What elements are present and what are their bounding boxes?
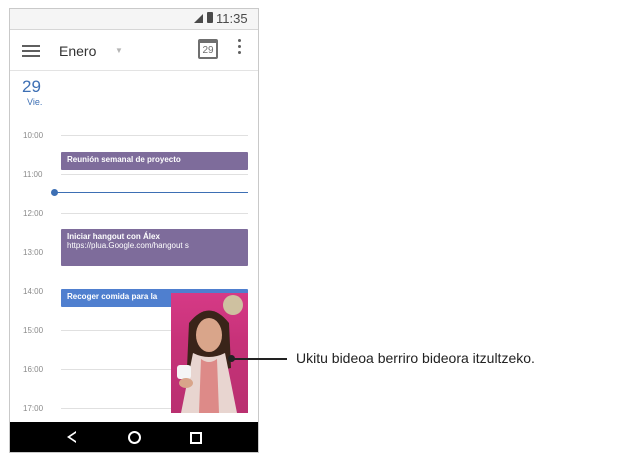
event-title: Reunión semanal de proyecto (67, 155, 181, 164)
battery-icon (207, 12, 213, 23)
hour-line (61, 174, 248, 175)
recent-apps-icon[interactable] (190, 432, 202, 444)
hour-label: 10:00 (23, 131, 44, 140)
hour-label: 12:00 (23, 209, 44, 218)
pointer-line (232, 358, 287, 360)
event-link: https://plua.Google.com/hangout s (67, 241, 189, 250)
more-options-icon[interactable] (238, 39, 242, 57)
event-title: Recoger comida para la (67, 292, 158, 301)
status-bar: 11:35 (10, 9, 258, 30)
hour-label: 17:00 (23, 404, 44, 413)
hour-label: 15:00 (23, 326, 44, 335)
month-title[interactable]: Enero (59, 43, 96, 59)
navigation-bar (10, 422, 258, 452)
event-card[interactable]: Reunión semanal de proyecto (61, 152, 248, 170)
home-icon[interactable] (128, 431, 141, 444)
back-icon-inner (70, 433, 76, 441)
current-time-line (54, 192, 248, 193)
menu-icon[interactable] (22, 45, 40, 57)
hour-line (61, 135, 248, 136)
hour-label: 16:00 (23, 365, 44, 374)
video-call-person-icon (177, 295, 243, 413)
signal-icon (194, 14, 203, 23)
current-time-dot (51, 189, 58, 196)
hour-label: 14:00 (23, 287, 44, 296)
event-card[interactable]: Iniciar hangout con Álex https://plua.Go… (61, 229, 248, 266)
app-bar: Enero ▼ 29 (10, 30, 258, 71)
hour-label: 13:00 (23, 248, 44, 257)
callout-text: Ukitu bideoa berriro bideora itzultzeko. (296, 350, 535, 366)
date-number[interactable]: 29 (22, 77, 41, 97)
month-dropdown-icon[interactable]: ▼ (115, 46, 123, 55)
event-title: Iniciar hangout con Álex (67, 232, 160, 241)
hour-line (61, 213, 248, 214)
status-time: 11:35 (216, 11, 248, 26)
date-weekday: Vie. (27, 97, 43, 107)
hour-label: 11:00 (23, 170, 43, 179)
today-calendar-icon[interactable]: 29 (198, 39, 218, 59)
pip-video-window[interactable] (171, 293, 248, 413)
date-header: 29 Vie. (10, 71, 258, 124)
